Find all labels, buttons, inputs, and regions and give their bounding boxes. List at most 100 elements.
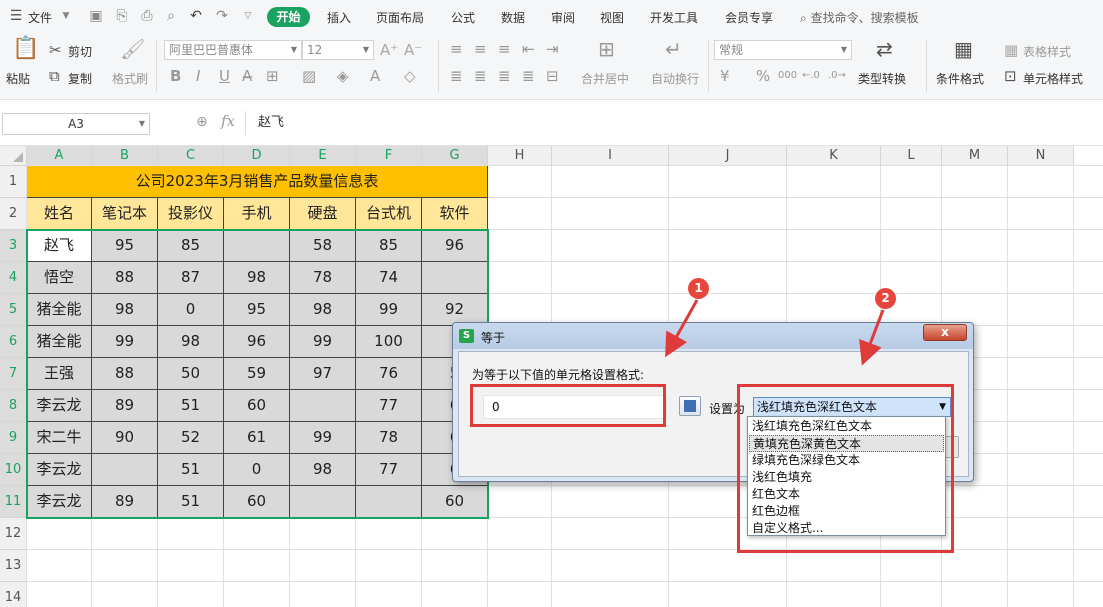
copy-button[interactable]: 复制 — [68, 70, 92, 87]
align-bottom-icon[interactable]: ≡ — [498, 40, 511, 58]
bold-icon[interactable]: B — [170, 67, 181, 85]
indent-increase-icon[interactable]: ⇥ — [546, 40, 559, 58]
data-cell[interactable]: 51 — [158, 454, 224, 486]
row-header-11[interactable]: 11 — [0, 486, 27, 518]
column-header-g[interactable]: G — [422, 146, 488, 166]
data-cell[interactable]: 99 — [290, 422, 356, 454]
align-middle-icon[interactable]: ≡ — [474, 40, 487, 58]
row-header-5[interactable]: 5 — [0, 294, 27, 326]
data-cell[interactable]: 99 — [290, 326, 356, 358]
data-cell[interactable]: 77 — [356, 454, 422, 486]
print-preview-icon[interactable]: ⌕ — [163, 8, 179, 24]
data-cell[interactable]: 90 — [92, 422, 158, 454]
data-cell[interactable]: 89 — [92, 390, 158, 422]
paste-icon[interactable]: 📋 — [12, 40, 39, 58]
copy-icon[interactable]: ⧉ — [49, 67, 60, 85]
format-option[interactable]: 浅红填充色深红色文本 — [749, 418, 944, 435]
name-box[interactable]: A3▼ — [2, 113, 150, 135]
scissors-icon[interactable]: ✂ — [49, 41, 62, 59]
column-header-b[interactable]: B — [92, 146, 158, 166]
data-cell[interactable]: 51 — [158, 390, 224, 422]
row-header-2[interactable]: 2 — [0, 198, 27, 230]
data-cell[interactable] — [92, 454, 158, 486]
format-option[interactable]: 红色文本 — [749, 486, 944, 503]
row-header-13[interactable]: 13 — [0, 550, 27, 582]
tab-review[interactable]: 审阅 — [551, 9, 575, 26]
row-header-9[interactable]: 9 — [0, 422, 27, 454]
data-cell[interactable]: 猪全能 — [27, 326, 92, 358]
conditional-format-icon[interactable]: ▦ — [954, 40, 973, 58]
data-cell[interactable]: 76 — [356, 358, 422, 390]
data-cell[interactable]: 88 — [92, 358, 158, 390]
row-header-6[interactable]: 6 — [0, 326, 27, 358]
row-header-7[interactable]: 7 — [0, 358, 27, 390]
data-cell[interactable]: 猪全能 — [27, 294, 92, 326]
row-header-3[interactable]: 3 — [0, 230, 27, 262]
data-cell[interactable]: 98 — [224, 262, 290, 294]
currency-icon[interactable]: ¥ — [720, 67, 730, 85]
column-header-f[interactable]: F — [356, 146, 422, 166]
data-cell[interactable]: 74 — [356, 262, 422, 294]
column-header-m[interactable]: M — [942, 146, 1008, 166]
conditional-format-button[interactable]: 条件格式 — [936, 70, 984, 87]
table-style-icon[interactable]: ▦ — [1004, 41, 1018, 59]
redo-icon[interactable]: ↷ — [214, 8, 230, 24]
align-right-icon[interactable]: ≣ — [498, 67, 511, 85]
value-input[interactable]: 0 — [483, 395, 667, 419]
header-cell[interactable]: 笔记本 — [92, 198, 158, 230]
number-format-select[interactable]: 常规▼ — [714, 40, 852, 60]
data-cell[interactable] — [290, 390, 356, 422]
tab-start[interactable]: 开始 — [267, 7, 310, 27]
select-all-corner[interactable] — [0, 146, 27, 166]
wrap-text-icon[interactable]: ↵ — [665, 40, 682, 58]
tab-member[interactable]: 会员专享 — [725, 9, 773, 26]
fill-pattern-icon[interactable]: ▨ — [302, 67, 316, 85]
data-cell[interactable] — [356, 486, 422, 518]
data-cell[interactable]: 78 — [356, 422, 422, 454]
file-menu[interactable]: 文件 — [28, 9, 52, 26]
data-cell[interactable]: 95 — [92, 230, 158, 262]
data-cell[interactable] — [422, 262, 488, 294]
column-header-a[interactable]: A — [27, 146, 92, 166]
merge-center-button[interactable]: 合并居中 — [581, 70, 629, 87]
row-header-8[interactable]: 8 — [0, 390, 27, 422]
header-cell[interactable]: 软件 — [422, 198, 488, 230]
data-cell[interactable]: 0 — [224, 454, 290, 486]
distribute-icon[interactable]: ⊟ — [546, 67, 559, 85]
undo-icon[interactable]: ↶ — [188, 8, 204, 24]
format-option[interactable]: 绿填充色深绿色文本 — [749, 452, 944, 469]
underline-icon[interactable]: U — [219, 67, 230, 85]
data-cell[interactable] — [224, 230, 290, 262]
column-header-n[interactable]: N — [1008, 146, 1074, 166]
row-header-10[interactable]: 10 — [0, 454, 27, 486]
range-select-button[interactable] — [679, 396, 701, 416]
data-cell[interactable]: 51 — [158, 486, 224, 518]
data-cell[interactable]: 97 — [290, 358, 356, 390]
close-button[interactable]: x — [923, 324, 967, 341]
fill-color-icon[interactable]: ◈ — [337, 67, 349, 85]
chevron-down-icon[interactable]: ▼ — [58, 8, 74, 24]
data-cell[interactable]: 宋二牛 — [27, 422, 92, 454]
row-header-14[interactable]: 14 — [0, 582, 27, 607]
justify-icon[interactable]: ≣ — [522, 67, 535, 85]
data-cell[interactable]: 60 — [224, 390, 290, 422]
data-cell[interactable]: 59 — [224, 358, 290, 390]
data-cell[interactable]: 100 — [356, 326, 422, 358]
format-option[interactable]: 浅红色填充 — [749, 469, 944, 486]
table-style-button[interactable]: 表格样式 — [1023, 43, 1071, 60]
thousands-icon[interactable]: 000 — [778, 67, 797, 85]
strikethrough-icon[interactable]: A̶ — [242, 67, 252, 85]
font-size-select[interactable]: 12▼ — [302, 40, 374, 60]
column-header-c[interactable]: C — [158, 146, 224, 166]
header-cell[interactable]: 台式机 — [356, 198, 422, 230]
dialog-titlebar[interactable]: S 等于 x — [453, 323, 973, 349]
data-cell[interactable]: 85 — [158, 230, 224, 262]
data-cell[interactable]: 0 — [158, 294, 224, 326]
data-cell[interactable]: 78 — [290, 262, 356, 294]
data-cell[interactable]: 99 — [92, 326, 158, 358]
data-cell[interactable]: 60 — [224, 486, 290, 518]
data-cell[interactable]: 96 — [422, 230, 488, 262]
print-icon[interactable]: ⎙ — [139, 8, 155, 24]
type-convert-button[interactable]: 类型转换 — [858, 70, 906, 87]
customize-toolbar-icon[interactable]: ▽ — [240, 8, 256, 24]
